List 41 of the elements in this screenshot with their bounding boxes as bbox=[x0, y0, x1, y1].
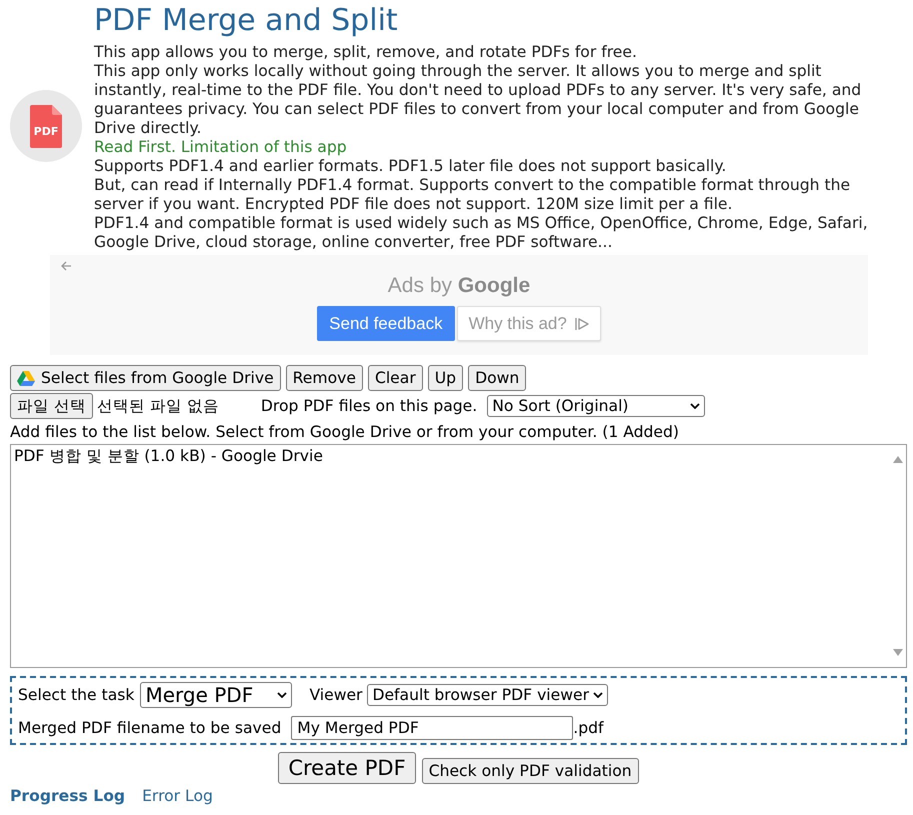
log-tab[interactable]: Progress Log bbox=[10, 787, 126, 806]
create-pdf-button[interactable]: Create PDF bbox=[278, 752, 416, 784]
page-title: PDF Merge and Split bbox=[94, 3, 399, 39]
scroll-down-icon[interactable] bbox=[892, 649, 902, 657]
viewer-label: Viewer bbox=[309, 686, 362, 704]
toolbar-button[interactable]: Up bbox=[428, 365, 464, 391]
scroll-up-icon[interactable] bbox=[892, 455, 902, 463]
task-label: Select the task bbox=[18, 686, 134, 704]
ad-choices-icon bbox=[574, 316, 589, 330]
file-list[interactable]: PDF 병합 및 분할 (1.0 kB) - Google Drvie bbox=[10, 444, 907, 668]
toolbar-button[interactable]: Remove bbox=[286, 365, 363, 391]
filename-field[interactable]: My Merged PDF bbox=[291, 716, 574, 740]
intro-paragraph: This app allows you to merge, split, remove, and rotate PDFs for free. bbox=[94, 43, 638, 62]
toolbar-button[interactable]: Down bbox=[468, 365, 526, 391]
toolbar-button[interactable]: Clear bbox=[368, 365, 423, 391]
log-tab[interactable]: Error Log bbox=[142, 787, 213, 806]
file-list-item[interactable]: PDF 병합 및 분할 (1.0 kB) - Google Drvie bbox=[14, 447, 886, 466]
caret-icon bbox=[690, 403, 700, 409]
feedback-button[interactable]: Send feedback bbox=[317, 306, 455, 341]
viewer-select[interactable]: Default browser PDF viewer bbox=[367, 684, 608, 706]
drop-hint: Drop PDF files on this page. bbox=[260, 396, 478, 416]
note-paragraph: Supports PDF1.4 and earlier formats. PDF1.5 later file does not support basically. bbox=[94, 157, 728, 176]
note-paragraph: But, can read if Internally PDF1.4 format. Supports convert to the compatible format through the server if you want. Encrypted PDF file does not support. 120M size limit per a file. bbox=[94, 176, 852, 214]
back-arrow-icon[interactable] bbox=[60, 261, 72, 271]
caret-icon bbox=[277, 692, 288, 698]
ad-attribution: Ads by Google bbox=[386, 274, 532, 298]
validate-button[interactable]: Check only PDF validation bbox=[422, 758, 639, 784]
note-paragraph: PDF1.4 and compatible format is used widely such as MS Office, OpenOffice, Chrome, Edge, Safari, Google Drive, cloud storage, online converter, free PDF software... bbox=[94, 214, 869, 252]
limitation-link[interactable]: Read First. Limitation of this app bbox=[94, 138, 347, 156]
sort-select[interactable]: No Sort (Original) bbox=[487, 395, 706, 417]
choose-file-button[interactable]: 파일 선택 bbox=[10, 393, 93, 419]
intro-paragraph: This app only works locally without going through the server. It allows you to merge and split instantly, real-time to the PDF file. You don't need to upload PDFs to any server. It's very safe, and guarantees privacy. You can select PDF files to convert from your local computer and from Google Drive directly. bbox=[94, 62, 862, 138]
drive-icon bbox=[17, 370, 35, 386]
google-drive-button[interactable]: Select files from Google Drive bbox=[10, 365, 281, 391]
pdf-extension-label: .pdf bbox=[573, 718, 604, 738]
task-select[interactable]: Merge PDF bbox=[140, 682, 292, 708]
pdf-file-icon: PDF bbox=[10, 90, 82, 162]
no-file-status: 선택된 파일 없음 bbox=[96, 396, 219, 416]
list-caption: Add files to the list below. Select from Google Drive or from your computer. (1 Added) bbox=[10, 423, 680, 442]
filename-label: Merged PDF filename to be saved bbox=[18, 718, 282, 738]
caret-icon bbox=[592, 692, 603, 698]
